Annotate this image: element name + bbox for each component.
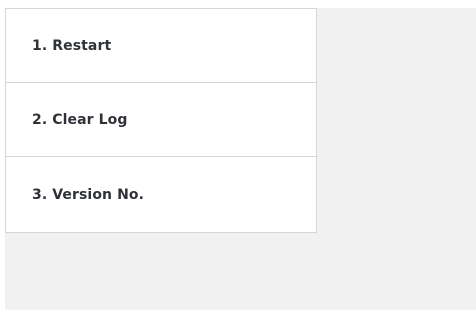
menu-item-label: 1. Restart bbox=[32, 37, 112, 54]
menu-item-clear-log[interactable]: 2. Clear Log bbox=[6, 83, 316, 157]
menu-item-label: 2. Clear Log bbox=[32, 111, 128, 128]
menu-item-version-no[interactable]: 3. Version No. bbox=[6, 157, 316, 232]
options-menu: 1. Restart 2. Clear Log 3. Version No. bbox=[5, 8, 317, 233]
menu-item-restart[interactable]: 1. Restart bbox=[6, 9, 316, 83]
menu-item-label: 3. Version No. bbox=[32, 186, 145, 203]
content-panel: 1. Restart 2. Clear Log 3. Version No. bbox=[5, 8, 476, 310]
